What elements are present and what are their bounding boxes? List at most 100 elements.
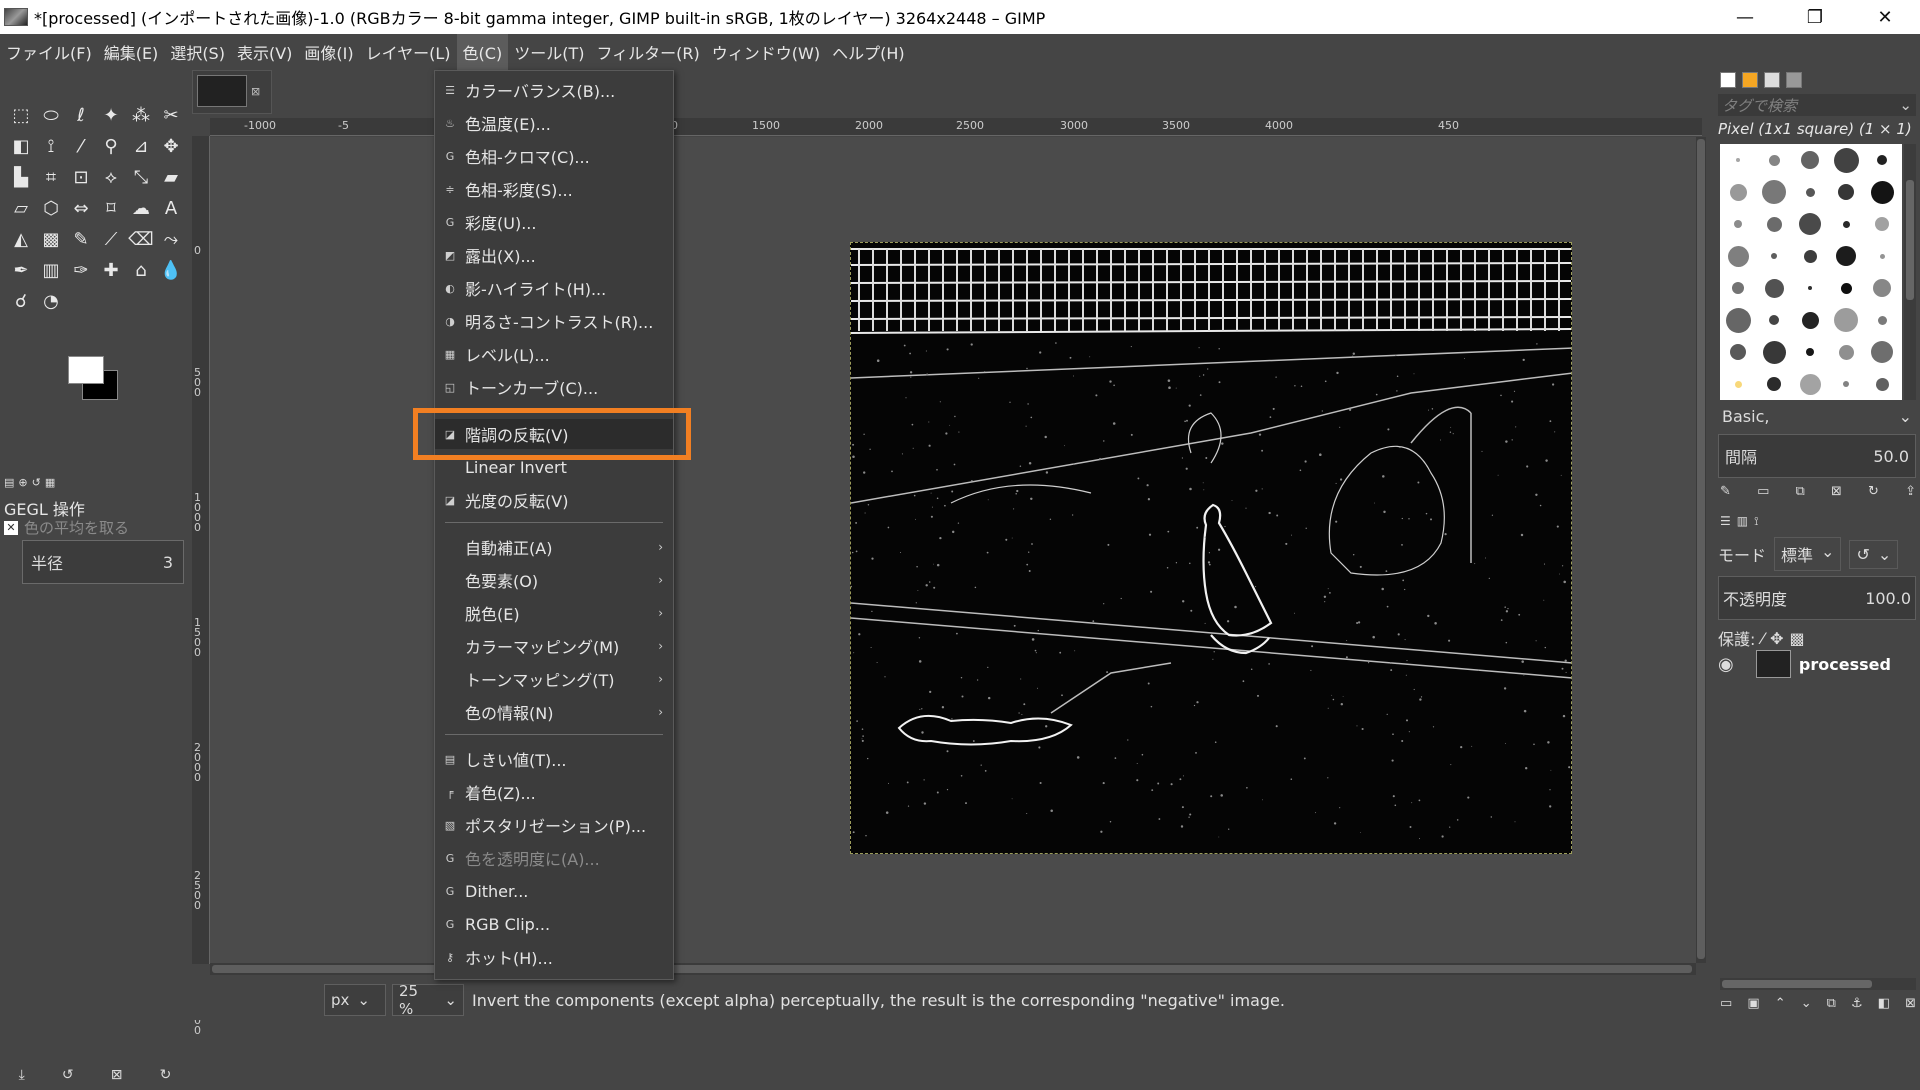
image-tab[interactable]: ⊠: [192, 70, 272, 114]
eye-icon[interactable]: ◉: [1718, 654, 1734, 675]
brush-thumbnail[interactable]: [1792, 368, 1828, 400]
brush-thumbnail[interactable]: [1828, 304, 1864, 336]
blur-icon[interactable]: 💧: [156, 255, 186, 286]
ellipse-select-icon[interactable]: ⬭: [36, 100, 66, 131]
menu-item[interactable]: 自動補正(A)›: [435, 532, 673, 562]
brush-thumbnail[interactable]: [1828, 272, 1864, 304]
brush-thumbnail[interactable]: [1756, 272, 1792, 304]
brush-thumbnail[interactable]: [1792, 336, 1828, 368]
raise-layer-icon[interactable]: ⌃: [1775, 996, 1786, 1011]
tag-search-input[interactable]: タグで検索 ⌄: [1718, 94, 1916, 116]
menu-item[interactable]: ◐影-ハイライト(H)...: [435, 273, 673, 303]
menu-item[interactable]: ▦レベル(L)...: [435, 339, 673, 369]
free-select-icon[interactable]: ℓ: [66, 100, 96, 131]
handle-transform-icon[interactable]: ⤡: [126, 162, 156, 193]
brush-thumbnail[interactable]: [1720, 208, 1756, 240]
bucket-fill-icon[interactable]: ◭: [6, 224, 36, 255]
channels-tab-icon[interactable]: ▥: [1737, 514, 1748, 529]
crop-icon[interactable]: ⌗: [36, 162, 66, 193]
opacity-spin-field[interactable]: 不透明度 100.0: [1718, 576, 1916, 620]
brushes-tab-icon[interactable]: [1720, 72, 1736, 88]
layer-row[interactable]: ◉ processed: [1718, 644, 1916, 684]
brush-thumbnail[interactable]: [1864, 176, 1900, 208]
foreground-color-swatch[interactable]: [68, 356, 104, 384]
scissors-icon[interactable]: ✂: [156, 100, 186, 131]
gradient-icon[interactable]: ▩: [36, 224, 66, 255]
move-icon[interactable]: ✥: [156, 131, 186, 162]
paths-icon[interactable]: ⟟: [36, 131, 66, 162]
paths-tab-icon[interactable]: ⟟: [1754, 514, 1758, 529]
chevron-down-icon[interactable]: ⌄: [1899, 96, 1912, 114]
mask-layer-icon[interactable]: ◧: [1878, 996, 1890, 1011]
brush-thumbnail[interactable]: [1720, 176, 1756, 208]
canvas-vertical-scrollbar[interactable]: [1696, 137, 1706, 963]
restore-options-icon[interactable]: ↺: [62, 1067, 74, 1083]
close-icon[interactable]: ⊠: [251, 85, 260, 98]
menu-8[interactable]: フィルター(R): [590, 34, 705, 70]
warp-icon[interactable]: ☁: [126, 193, 156, 224]
menu-item[interactable]: ≑色相-彩度(S)...: [435, 174, 673, 204]
brush-thumbnail[interactable]: [1792, 304, 1828, 336]
brush-grid[interactable]: [1720, 144, 1902, 400]
canvas-horizontal-scrollbar[interactable]: [210, 963, 1696, 975]
brush-thumbnail[interactable]: [1756, 368, 1792, 400]
brush-thumbnail[interactable]: [1756, 208, 1792, 240]
brush-thumbnail[interactable]: [1864, 208, 1900, 240]
brush-thumbnail[interactable]: [1792, 176, 1828, 208]
measure-icon[interactable]: ⊿: [126, 131, 156, 162]
new-brush-icon[interactable]: ▭: [1757, 484, 1769, 499]
select-by-color-icon[interactable]: ⁂: [126, 100, 156, 131]
brush-thumbnail[interactable]: [1864, 304, 1900, 336]
delete-layer-icon[interactable]: ⊠: [1905, 996, 1916, 1011]
menu-3[interactable]: 表示(V): [231, 34, 298, 70]
brush-scrollbar[interactable]: [1904, 144, 1916, 400]
delete-options-icon[interactable]: ⊠: [111, 1067, 123, 1083]
brush-thumbnail[interactable]: [1792, 208, 1828, 240]
brush-thumbnail[interactable]: [1756, 176, 1792, 208]
menu-9[interactable]: ウィンドウ(W): [706, 34, 826, 70]
brush-thumbnail[interactable]: [1864, 368, 1900, 400]
warp-transform-icon[interactable]: ⟡: [96, 162, 126, 193]
brush-thumbnail[interactable]: [1720, 272, 1756, 304]
menu-item[interactable]: ◑明るさ-コントラスト(R)...: [435, 306, 673, 336]
smudge-icon[interactable]: ☌: [6, 286, 36, 317]
menu-10[interactable]: ヘルプ(H): [826, 34, 911, 70]
brush-thumbnail[interactable]: [1828, 208, 1864, 240]
brush-thumbnail[interactable]: [1720, 368, 1756, 400]
unified-transform-icon[interactable]: ⊡: [66, 162, 96, 193]
brush-thumbnail[interactable]: [1720, 240, 1756, 272]
brush-thumbnail[interactable]: [1828, 336, 1864, 368]
delete-brush-icon[interactable]: ⊠: [1831, 484, 1842, 499]
brush-thumbnail[interactable]: [1756, 144, 1792, 176]
new-layer-icon[interactable]: ▭: [1720, 996, 1732, 1011]
ink-icon[interactable]: ✒: [6, 255, 36, 286]
mypaint-brush-icon[interactable]: ▥: [36, 255, 66, 286]
menu-item[interactable]: ◩露出(X)...: [435, 240, 673, 270]
menu-item[interactable]: GRGB Clip...: [435, 909, 673, 939]
brush-thumbnail[interactable]: [1864, 272, 1900, 304]
brush-thumbnail[interactable]: [1864, 336, 1900, 368]
menu-item[interactable]: 色の情報(N)›: [435, 697, 673, 727]
menu-item[interactable]: G色相-クロマ(C)...: [435, 141, 673, 171]
menu-0[interactable]: ファイル(F): [0, 34, 98, 70]
perspective-clone-icon[interactable]: ⌂: [126, 255, 156, 286]
brush-thumbnail[interactable]: [1864, 240, 1900, 272]
lower-layer-icon[interactable]: ⌄: [1801, 996, 1812, 1011]
spacing-spin-field[interactable]: 間隔 50.0: [1718, 434, 1916, 478]
brush-thumbnail[interactable]: [1720, 304, 1756, 336]
brush-thumbnail[interactable]: [1828, 144, 1864, 176]
radius-spin-field[interactable]: 半径 3: [22, 540, 184, 584]
shear-icon[interactable]: ▰: [156, 162, 186, 193]
menu-item[interactable]: ◪光度の反転(V): [435, 485, 673, 515]
rect-select-icon[interactable]: ⬚: [6, 100, 36, 131]
menu-item[interactable]: カラーマッピング(M)›: [435, 631, 673, 661]
zoom-icon[interactable]: ⚲: [96, 131, 126, 162]
anchor-layer-icon[interactable]: ⚓: [1851, 996, 1863, 1011]
brush-thumbnail[interactable]: [1828, 240, 1864, 272]
airbrush-icon[interactable]: ⤳: [156, 224, 186, 255]
menu-item[interactable]: トーンマッピング(T)›: [435, 664, 673, 694]
brush-thumbnail[interactable]: [1864, 144, 1900, 176]
menu-item[interactable]: ╒着色(Z)...: [435, 777, 673, 807]
menu-item[interactable]: 色要素(O)›: [435, 565, 673, 595]
reset-options-icon[interactable]: ↻: [160, 1067, 172, 1083]
